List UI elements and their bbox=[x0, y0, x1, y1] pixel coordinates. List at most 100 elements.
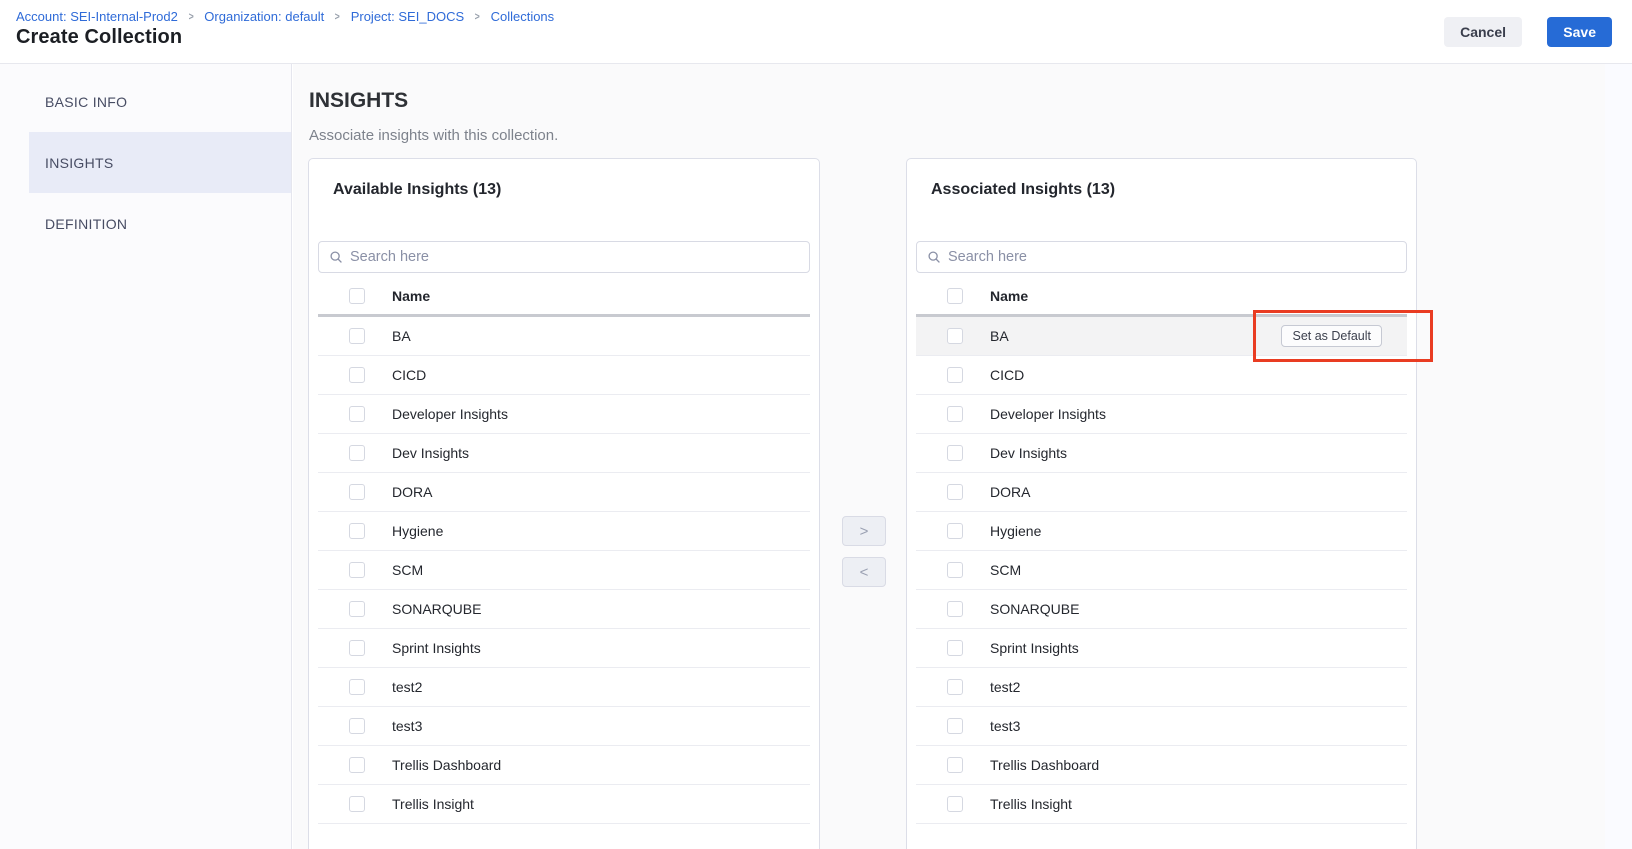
row-checkbox[interactable] bbox=[349, 718, 365, 734]
table-row[interactable]: test3 bbox=[318, 707, 810, 746]
table-row[interactable]: Hygiene bbox=[318, 512, 810, 551]
row-checkbox[interactable] bbox=[349, 367, 365, 383]
save-button[interactable]: Save bbox=[1547, 17, 1612, 47]
table-row[interactable]: Dev Insights bbox=[318, 434, 810, 473]
row-checkbox[interactable] bbox=[947, 328, 963, 344]
table-row[interactable]: CICD bbox=[916, 356, 1407, 395]
top-header-bar: Account: SEI-Internal-Prod2 > Organizati… bbox=[0, 0, 1632, 64]
set-as-default-button[interactable]: Set as Default bbox=[1281, 325, 1382, 347]
table-row[interactable]: Dev Insights bbox=[916, 434, 1407, 473]
breadcrumb-collections-link[interactable]: Collections bbox=[491, 9, 555, 24]
insight-name: test3 bbox=[990, 718, 1020, 734]
sidebar-item-insights[interactable]: INSIGHTS bbox=[29, 132, 291, 193]
page-title: Create Collection bbox=[16, 26, 182, 49]
main-content: INSIGHTS Associate insights with this co… bbox=[293, 64, 1632, 849]
table-row[interactable]: SONARQUBE bbox=[916, 590, 1407, 629]
associated-search-input[interactable] bbox=[948, 242, 1396, 272]
available-search-input[interactable] bbox=[350, 242, 799, 272]
row-checkbox[interactable] bbox=[947, 640, 963, 656]
insight-name: Trellis Dashboard bbox=[990, 757, 1099, 773]
table-row[interactable]: Hygiene bbox=[916, 512, 1407, 551]
select-all-checkbox[interactable] bbox=[947, 288, 963, 304]
row-checkbox[interactable] bbox=[349, 445, 365, 461]
row-checkbox[interactable] bbox=[349, 796, 365, 812]
table-row[interactable]: Developer Insights bbox=[318, 395, 810, 434]
insight-name: SCM bbox=[392, 562, 423, 578]
table-row[interactable]: SONARQUBE bbox=[318, 590, 810, 629]
insight-name: Trellis Insight bbox=[990, 796, 1072, 812]
row-checkbox[interactable] bbox=[349, 523, 365, 539]
insight-name: CICD bbox=[990, 367, 1024, 383]
associated-insights-table: Name BA Set as Default CICD Developer In… bbox=[916, 278, 1407, 824]
table-row[interactable]: BA bbox=[318, 317, 810, 356]
available-insights-panel: Available Insights (13) Name BA CICD Dev… bbox=[308, 158, 820, 849]
select-all-checkbox[interactable] bbox=[349, 288, 365, 304]
table-row[interactable]: Developer Insights bbox=[916, 395, 1407, 434]
associated-insights-panel: Associated Insights (13) Name BA Set as … bbox=[906, 158, 1417, 849]
table-row[interactable]: CICD bbox=[318, 356, 810, 395]
insight-name: Developer Insights bbox=[392, 406, 508, 422]
row-checkbox[interactable] bbox=[349, 562, 365, 578]
row-checkbox[interactable] bbox=[947, 484, 963, 500]
search-icon bbox=[329, 250, 343, 264]
available-insights-table: Name BA CICD Developer Insights Dev Insi… bbox=[318, 278, 810, 824]
table-row[interactable]: Trellis Dashboard bbox=[916, 746, 1407, 785]
row-checkbox[interactable] bbox=[349, 328, 365, 344]
table-row[interactable]: Trellis Insight bbox=[318, 785, 810, 824]
table-row[interactable]: test2 bbox=[916, 668, 1407, 707]
create-collection-page: { "header": { "breadcrumb": { "items": [… bbox=[0, 0, 1632, 849]
row-checkbox[interactable] bbox=[947, 562, 963, 578]
insight-name: Trellis Insight bbox=[392, 796, 474, 812]
breadcrumb-organization-link[interactable]: Organization: default bbox=[204, 9, 324, 24]
row-checkbox[interactable] bbox=[349, 484, 365, 500]
insight-name: Hygiene bbox=[392, 523, 443, 539]
table-row[interactable]: DORA bbox=[318, 473, 810, 512]
insight-name: SONARQUBE bbox=[990, 601, 1079, 617]
chevron-right-icon: > bbox=[475, 11, 480, 23]
scrollbar-gutter[interactable] bbox=[1605, 64, 1632, 849]
row-checkbox[interactable] bbox=[947, 601, 963, 617]
table-row[interactable]: Trellis Dashboard bbox=[318, 746, 810, 785]
table-row[interactable]: test3 bbox=[916, 707, 1407, 746]
move-left-button[interactable]: < bbox=[842, 557, 886, 587]
table-row[interactable]: SCM bbox=[916, 551, 1407, 590]
row-checkbox[interactable] bbox=[947, 367, 963, 383]
row-checkbox[interactable] bbox=[349, 601, 365, 617]
chevron-left-icon: < bbox=[860, 564, 869, 581]
table-row[interactable]: Sprint Insights bbox=[318, 629, 810, 668]
table-row[interactable]: BA Set as Default bbox=[916, 317, 1407, 356]
table-row[interactable]: test2 bbox=[318, 668, 810, 707]
available-search-box bbox=[318, 241, 810, 273]
sidebar-item-basic-info[interactable]: BASIC INFO bbox=[29, 71, 291, 132]
row-checkbox[interactable] bbox=[349, 406, 365, 422]
table-header-row: Name bbox=[916, 278, 1407, 314]
row-checkbox[interactable] bbox=[947, 757, 963, 773]
section-subheading: Associate insights with this collection. bbox=[309, 127, 558, 144]
table-row[interactable]: DORA bbox=[916, 473, 1407, 512]
move-right-button[interactable]: > bbox=[842, 516, 886, 546]
row-checkbox[interactable] bbox=[349, 679, 365, 695]
row-checkbox[interactable] bbox=[349, 640, 365, 656]
row-checkbox[interactable] bbox=[947, 445, 963, 461]
row-checkbox[interactable] bbox=[947, 796, 963, 812]
row-checkbox[interactable] bbox=[947, 523, 963, 539]
breadcrumb: Account: SEI-Internal-Prod2 > Organizati… bbox=[16, 9, 554, 24]
insight-name: Dev Insights bbox=[990, 445, 1067, 461]
insight-name: DORA bbox=[990, 484, 1030, 500]
insight-name: Hygiene bbox=[990, 523, 1041, 539]
row-checkbox[interactable] bbox=[349, 757, 365, 773]
breadcrumb-project-link[interactable]: Project: SEI_DOCS bbox=[351, 9, 464, 24]
row-checkbox[interactable] bbox=[947, 679, 963, 695]
table-row[interactable]: Sprint Insights bbox=[916, 629, 1407, 668]
table-row[interactable]: Trellis Insight bbox=[916, 785, 1407, 824]
name-column-header: Name bbox=[392, 288, 430, 304]
breadcrumb-account-link[interactable]: Account: SEI-Internal-Prod2 bbox=[16, 9, 178, 24]
row-checkbox[interactable] bbox=[947, 718, 963, 734]
cancel-button[interactable]: Cancel bbox=[1444, 17, 1522, 47]
insight-name: Dev Insights bbox=[392, 445, 469, 461]
row-checkbox[interactable] bbox=[947, 406, 963, 422]
table-row[interactable]: SCM bbox=[318, 551, 810, 590]
sidebar-item-definition[interactable]: DEFINITION bbox=[29, 193, 291, 254]
insight-name: Trellis Dashboard bbox=[392, 757, 501, 773]
insight-name: Developer Insights bbox=[990, 406, 1106, 422]
